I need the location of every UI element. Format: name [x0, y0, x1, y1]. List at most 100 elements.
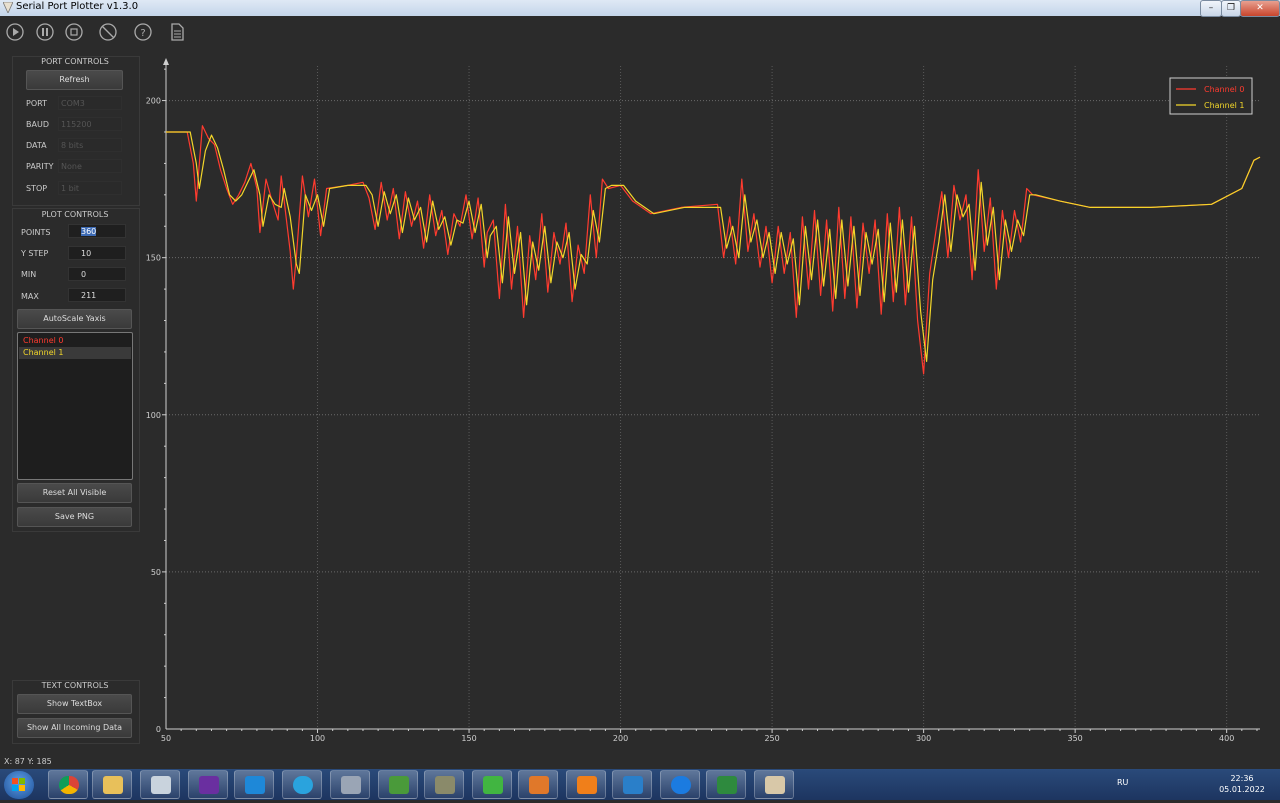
taskbar-app-8[interactable]	[378, 770, 418, 799]
points-value: 360	[81, 227, 97, 236]
clock[interactable]: 22:36 05.01.2022	[1218, 773, 1266, 795]
chrome-icon	[59, 776, 79, 794]
app-icon	[3, 2, 13, 13]
points-label: POINTS	[21, 228, 51, 237]
channel-item-1[interactable]: Channel 1	[19, 347, 131, 359]
x-tick-label: 200	[613, 734, 628, 743]
taskbar-visual-studio[interactable]	[188, 770, 228, 799]
maximize-icon: ❐	[1226, 3, 1236, 13]
start-button[interactable]	[4, 771, 34, 799]
taskbar-qtcreator[interactable]	[472, 770, 512, 799]
cursor-coordinates: X: 87 Y: 185	[4, 757, 52, 766]
x-tick-label: 50	[161, 734, 171, 743]
serial-plotter-icon	[765, 776, 785, 794]
taskbar-app-9[interactable]	[424, 770, 464, 799]
port-label: PORT	[26, 99, 47, 108]
show-textbox-button[interactable]: Show TextBox	[17, 694, 132, 714]
minimize-button[interactable]: –	[1200, 0, 1222, 17]
toolbar: ?	[0, 18, 300, 46]
data-bits-select[interactable]: 8 bits	[58, 138, 122, 152]
stop-label: STOP	[26, 184, 48, 193]
max-input[interactable]: 211	[68, 288, 126, 302]
calculator-icon	[151, 776, 171, 794]
save-png-button[interactable]: Save PNG	[17, 507, 132, 527]
port-select[interactable]: COM3	[58, 96, 122, 110]
tool-icon	[341, 776, 361, 794]
taskbar	[0, 769, 1280, 800]
taskbar-telegram[interactable]	[282, 770, 322, 799]
show-all-data-button[interactable]: Show All Incoming Data	[17, 718, 132, 738]
title-bar: Serial Port Plotter v1.3.0 – ❐ ✕	[0, 0, 1280, 17]
x-tick-label: 400	[1219, 734, 1234, 743]
x-tick-label: 250	[764, 734, 779, 743]
y-axis-arrow	[163, 58, 169, 65]
channel-item-0[interactable]: Channel 0	[19, 335, 131, 347]
series-line-channel-1	[166, 131, 1261, 362]
minimize-icon: –	[1208, 3, 1214, 13]
visual-studio-icon	[199, 776, 219, 794]
y-tick-label: 100	[146, 411, 161, 420]
taskbar-teamviewer[interactable]	[660, 770, 700, 799]
taskbar-serial-plotter[interactable]	[754, 770, 794, 799]
cubemx-icon	[623, 776, 643, 794]
qtcreator-icon	[483, 776, 503, 794]
x-tick-label: 350	[1068, 734, 1083, 743]
play-icon[interactable]	[4, 21, 26, 43]
channel-list[interactable]: Channel 0 Channel 1	[17, 332, 133, 480]
parity-label: PARITY	[26, 162, 54, 171]
folder-icon	[103, 776, 123, 794]
document-icon[interactable]	[166, 21, 188, 43]
stop-icon[interactable]	[63, 21, 85, 43]
taskbar-vscode[interactable]	[234, 770, 274, 799]
maximize-button[interactable]: ❐	[1221, 0, 1241, 17]
plot-controls-title: PLOT CONTROLS	[41, 210, 109, 219]
language-indicator[interactable]: RU	[1117, 778, 1128, 787]
taskbar-app-15[interactable]	[706, 770, 746, 799]
teamviewer-icon	[671, 776, 691, 794]
parity-select[interactable]: None	[58, 159, 122, 173]
y-tick-label: 150	[146, 254, 161, 263]
ystep-input[interactable]: 10	[68, 246, 126, 260]
points-input[interactable]: 360	[68, 224, 126, 238]
text-controls-title: TEXT CONTROLS	[41, 681, 109, 690]
media-player-icon	[529, 776, 549, 794]
stop-bits-select[interactable]: 1 bit	[58, 181, 122, 195]
baud-select[interactable]: 115200	[58, 117, 122, 131]
x-tick-label: 150	[461, 734, 476, 743]
close-button[interactable]: ✕	[1240, 0, 1280, 17]
y-tick-label: 0	[156, 725, 161, 734]
app-icon-12	[577, 776, 597, 794]
taskbar-explorer[interactable]	[92, 770, 132, 799]
windows-logo-icon	[12, 778, 25, 791]
baud-label: BAUD	[26, 120, 49, 129]
refresh-button[interactable]: Refresh	[26, 70, 123, 90]
ystep-label: Y STEP	[21, 249, 49, 258]
data-label: DATA	[26, 141, 47, 150]
window-title: Serial Port Plotter v1.3.0	[16, 1, 139, 12]
pause-icon[interactable]	[34, 21, 56, 43]
taskbar-app-7[interactable]	[330, 770, 370, 799]
taskbar-chrome[interactable]	[48, 770, 88, 799]
autoscale-button[interactable]: AutoScale Yaxis	[17, 309, 132, 329]
reset-visible-button[interactable]: Reset All Visible	[17, 483, 132, 503]
vscode-icon	[245, 776, 265, 794]
series-line-channel-0	[166, 125, 1261, 375]
plot-area[interactable]: 50 100 150 200 250 300 350 400050100150200Chann…	[142, 56, 1278, 746]
taskbar-media[interactable]	[518, 770, 558, 799]
x-tick-label: 100	[310, 734, 325, 743]
port-controls-title: PORT CONTROLS	[41, 57, 109, 66]
taskbar-calculator[interactable]	[140, 770, 180, 799]
taskbar-app-12[interactable]	[566, 770, 606, 799]
chart-app-icon	[389, 776, 409, 794]
legend-label-0: Channel 0	[1204, 85, 1244, 94]
telegram-icon	[293, 776, 313, 794]
help-icon[interactable]: ?	[132, 21, 154, 43]
close-icon: ✕	[1256, 3, 1264, 13]
min-input[interactable]: 0	[68, 267, 126, 281]
svg-text:?: ?	[140, 28, 145, 39]
taskbar-cubemx[interactable]	[612, 770, 652, 799]
clear-icon[interactable]	[97, 21, 119, 43]
min-label: MIN	[21, 270, 37, 279]
app-icon-15	[717, 776, 737, 794]
legend-label-1: Channel 1	[1204, 101, 1244, 110]
